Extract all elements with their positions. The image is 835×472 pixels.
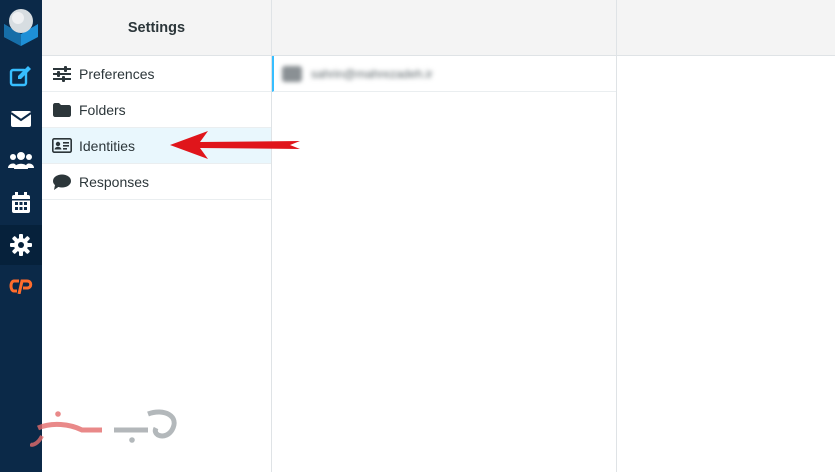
identity-row[interactable]: sahrin@mahrezadeh.ir <box>272 56 616 92</box>
contacts-icon <box>8 150 34 170</box>
settings-item-label: Responses <box>79 173 150 190</box>
identities-list-panel: sahrin@mahrezadeh.ir <box>272 0 617 472</box>
settings-item-folders[interactable]: Folders <box>42 92 271 128</box>
folder-icon <box>52 100 72 120</box>
settings-title: Settings <box>127 19 186 36</box>
compose-button[interactable] <box>0 56 42 96</box>
identity-icon <box>282 65 302 82</box>
calendar-button[interactable] <box>0 183 42 223</box>
settings-header: Settings <box>42 0 271 56</box>
calendar-icon <box>11 192 31 214</box>
sliders-icon <box>52 64 72 84</box>
mail-button[interactable] <box>0 99 42 139</box>
settings-item-label: Preferences <box>79 65 155 82</box>
watermark-logo <box>30 409 177 447</box>
settings-button[interactable] <box>0 225 42 265</box>
compose-icon <box>9 65 33 87</box>
speech-bubble-icon <box>52 172 72 192</box>
identity-email: sahrin@mahrezadeh.ir <box>311 66 433 81</box>
settings-item-responses[interactable]: Responses <box>42 164 271 200</box>
identity-details-panel <box>617 0 835 472</box>
annotation-arrow <box>170 131 300 159</box>
cpanel-button[interactable] <box>0 266 42 306</box>
settings-item-label: Identities <box>79 137 136 154</box>
identities-list-header <box>272 0 616 56</box>
roundcube-logo[interactable] <box>0 0 42 50</box>
settings-item-label: Folders <box>79 101 126 118</box>
contacts-button[interactable] <box>0 140 42 180</box>
cpanel-icon <box>9 278 33 294</box>
id-card-icon <box>52 136 72 156</box>
identity-details-header <box>617 0 835 56</box>
settings-item-preferences[interactable]: Preferences <box>42 56 271 92</box>
mail-icon <box>10 110 32 128</box>
gear-icon <box>10 234 32 256</box>
